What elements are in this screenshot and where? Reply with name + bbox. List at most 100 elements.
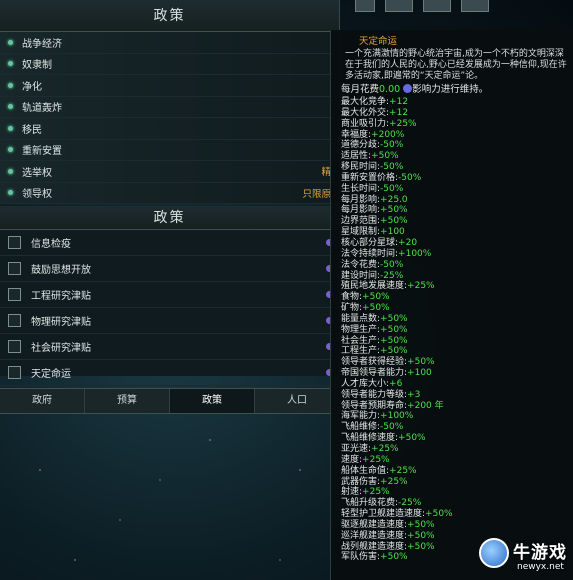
status-dot-icon <box>8 147 13 153</box>
edict-row[interactable]: 移民 <box>0 118 339 140</box>
modifier-line: 轻型护卫舰建造速度:+50% <box>341 509 569 520</box>
modifier-list: 最大化竞争:+12 最大化外交:+12 商业吸引力:+25% 幸福度:+200% 道德分… <box>341 97 569 563</box>
tab-3[interactable]: 人口 <box>255 389 340 413</box>
modifier-line: 人才库大小:+6 <box>341 379 569 390</box>
modifier-label: 海军能力: <box>341 411 381 422</box>
tooltip-upkeep: 每月花费0.00 影响力进行维持。 <box>341 84 569 96</box>
modifier-value: +50% <box>380 313 408 324</box>
modifier-value: +12 <box>389 107 409 118</box>
edict-row[interactable]: 净化 <box>0 75 339 97</box>
policy-checkbox[interactable] <box>8 262 21 275</box>
policy-checkbox[interactable] <box>8 236 21 249</box>
modifier-line: 道德分歧:-50% <box>341 140 569 151</box>
toolbar-button-3[interactable] <box>423 0 451 12</box>
policy-row[interactable]: 社会研究津贴 <box>0 334 339 360</box>
modifier-label: 每月影响: <box>341 205 381 216</box>
toolbar-button-4[interactable] <box>461 0 489 12</box>
policy-checkbox[interactable] <box>8 340 21 353</box>
modifier-value: +50% <box>362 292 390 303</box>
modifier-value: -50% <box>398 172 422 183</box>
modifier-value: +50% <box>380 346 408 357</box>
edict-row[interactable]: 轨道轰炸 <box>0 96 339 118</box>
status-dot-icon <box>8 61 13 67</box>
modifier-line: 海军能力:+100% <box>341 411 569 422</box>
modifier-value: -50% <box>380 162 404 173</box>
tab-bar: 政府 预算 政策 人口 <box>0 388 340 414</box>
panel-title: 政策 <box>0 0 339 32</box>
edict-label: 选举权 <box>22 167 52 179</box>
modifier-value: -50% <box>380 422 404 433</box>
edict-label: 重新安置 <box>22 146 62 158</box>
modifier-label: 领导者预期寿命: <box>341 400 408 411</box>
modifier-value: +3 <box>407 389 421 400</box>
modifier-value: +25.0 <box>380 194 408 205</box>
modifier-label: 巡洋舰建造速度: <box>341 530 408 541</box>
modifier-label: 生长时间: <box>341 183 381 194</box>
modifier-label: 速度: <box>341 454 363 465</box>
policy-row[interactable]: 天定命运 <box>0 360 339 386</box>
modifier-label: 道德分歧: <box>341 140 381 151</box>
modifier-label: 社会生产: <box>341 335 381 346</box>
modifier-value: +25% <box>407 281 435 292</box>
tab-2[interactable]: 政策 <box>170 389 255 413</box>
edicts-panel-top: 政策 战争经济 奴隶制 净化 轨道轰炸 移民重新安置选举权精领导权 只限原 <box>0 0 340 204</box>
policy-row[interactable]: 信息检疫 <box>0 230 339 256</box>
modifier-label: 亚光速: <box>341 444 372 454</box>
edict-row[interactable]: 重新安置 <box>0 139 339 161</box>
modifier-label: 法令花费: <box>341 259 381 270</box>
tab-1[interactable]: 预算 <box>85 389 170 413</box>
modifier-line: 适居性:+50% <box>341 151 569 162</box>
modifier-value: +200 年 <box>407 400 444 411</box>
modifier-value: +50% <box>407 519 435 530</box>
modifier-line: 工程生产:+50% <box>341 346 569 357</box>
edict-tooltip: 天定命运 一个充满激情的野心统治宇宙,成为一个不朽的文明深深在于我们的人民的心,… <box>330 30 573 580</box>
modifier-value: +25% <box>389 465 417 476</box>
tooltip-title: 天定命运 <box>359 36 398 47</box>
edict-row[interactable]: 领导权 只限原 <box>0 182 339 204</box>
status-dot-icon <box>8 82 13 88</box>
modifier-value: +100% <box>398 248 432 259</box>
modifier-line: 建设时间:-25% <box>341 271 569 282</box>
toolbar-button-1[interactable] <box>355 0 375 12</box>
watermark: 牛游戏 newyx.net <box>477 532 573 580</box>
modifier-label: 领导者获得经验: <box>341 357 408 368</box>
upkeep-prefix: 每月花费 <box>341 84 380 95</box>
modifier-line: 食物:+50% <box>341 292 569 303</box>
policy-label: 社会研究津贴 <box>31 343 91 354</box>
tooltip-description: 一个充满激情的野心统治宇宙,成为一个不朽的文明深深在于我们的人民的心,野心已经发… <box>345 49 567 81</box>
modifier-label: 最大化竞争: <box>341 97 390 107</box>
modifier-line: 武器伤害:+25% <box>341 477 569 488</box>
modifier-line: 物理生产:+50% <box>341 325 569 336</box>
modifier-value: +50% <box>380 216 408 227</box>
modifier-value: -50% <box>380 183 404 194</box>
modifier-line: 船体生命值:+25% <box>341 466 569 477</box>
edict-row[interactable]: 战争经济 <box>0 32 339 54</box>
policy-checkbox[interactable] <box>8 288 21 301</box>
modifier-line: 重新安置价格:-50% <box>341 173 569 184</box>
modifier-value: +200% <box>371 129 405 140</box>
modifier-value: -25% <box>398 498 422 509</box>
policy-checkbox[interactable] <box>8 314 21 327</box>
modifier-label: 飞船维修速度: <box>341 433 399 444</box>
top-toolbar <box>355 0 489 14</box>
modifier-value: +25% <box>362 454 390 465</box>
status-dot-icon <box>8 168 13 174</box>
modifier-value: +50% <box>371 151 399 162</box>
modifier-line: 亚光速:+25% <box>341 444 569 455</box>
modifier-value: +25% <box>389 118 417 129</box>
modifier-line: 射速:+25% <box>341 487 569 498</box>
policy-row[interactable]: 鼓励思想开放 <box>0 256 339 282</box>
policy-checkbox[interactable] <box>8 366 21 379</box>
toolbar-button-2[interactable] <box>385 0 413 12</box>
modifier-line: 驱逐舰建造速度:+50% <box>341 520 569 531</box>
tab-0[interactable]: 政府 <box>0 389 85 413</box>
policy-label: 信息检疫 <box>31 239 71 250</box>
modifier-label: 星域限制: <box>341 227 381 238</box>
policy-row[interactable]: 物理研究津贴 <box>0 308 339 334</box>
status-dot-icon <box>8 39 13 45</box>
edict-row[interactable]: 选举权精 <box>0 161 339 183</box>
edict-row[interactable]: 奴隶制 <box>0 53 339 75</box>
policy-label: 天定命运 <box>31 369 71 380</box>
modifier-value: +25% <box>371 444 399 454</box>
policy-row[interactable]: 工程研究津贴 <box>0 282 339 308</box>
